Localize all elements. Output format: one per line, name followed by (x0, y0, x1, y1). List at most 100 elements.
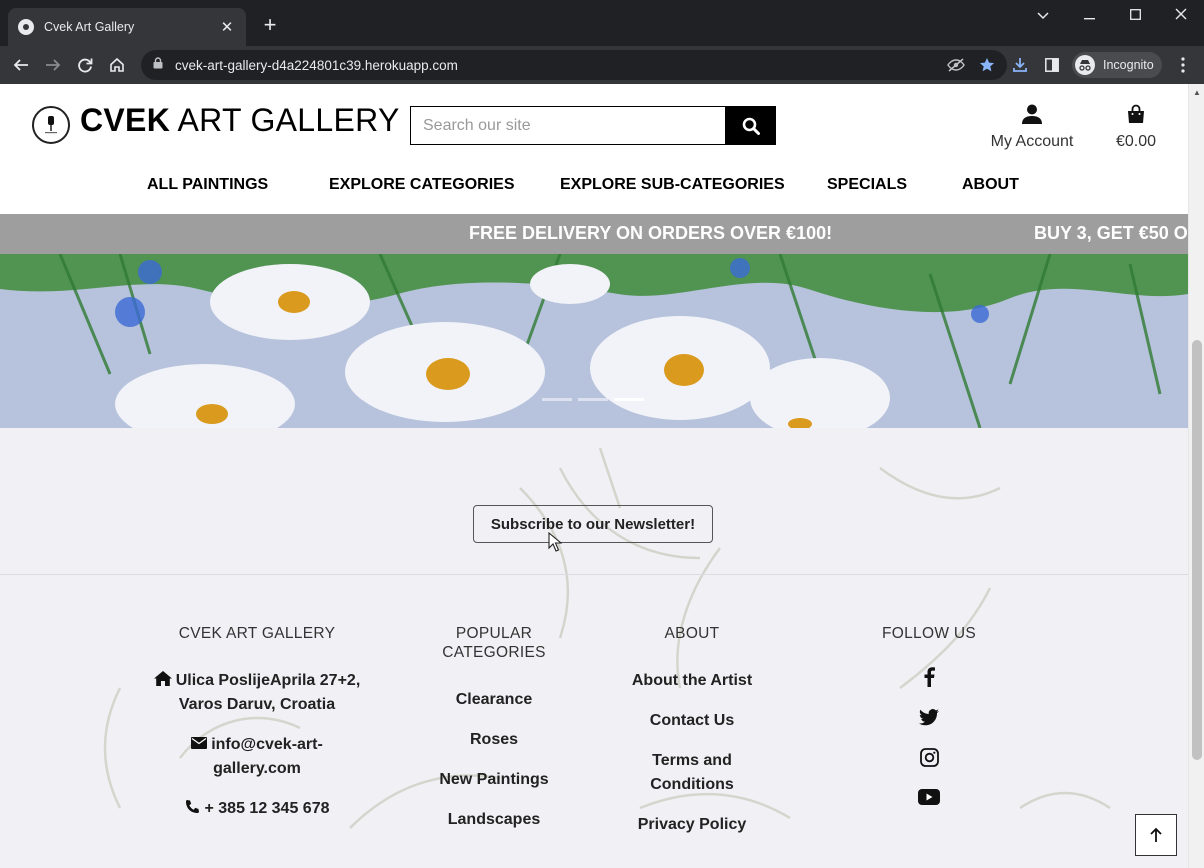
phone-number[interactable]: + 385 12 345 678 (204, 800, 329, 817)
search-button[interactable] (726, 106, 776, 145)
url-text[interactable]: cvek-art-gallery-d4a224801c39.herokuapp.… (175, 58, 933, 73)
terms-line2[interactable]: Conditions (612, 773, 772, 797)
mouse-pointer-icon (548, 531, 563, 557)
footer-email[interactable]: info@cvek-art- gallery.com (147, 733, 367, 781)
footer-about-heading: ABOUT (664, 625, 720, 642)
browser-menu-icon[interactable] (1170, 52, 1196, 78)
phone-icon (186, 800, 200, 813)
promo-message: BUY 3, GET €50 O (1034, 223, 1188, 243)
carousel-indicators (542, 398, 644, 401)
footer-link-new-paintings[interactable]: New Paintings (414, 768, 574, 792)
browser-tab-strip: Cvek Art Gallery ✕ + (0, 0, 1204, 46)
youtube-icon[interactable] (869, 777, 989, 817)
my-account-label: My Account (990, 133, 1074, 150)
eye-off-icon[interactable] (947, 58, 965, 72)
bookmark-star-icon[interactable] (979, 57, 995, 73)
main-navigation: ALL PAINTINGS EXPLORE CATEGORIES EXPLORE… (0, 176, 1188, 196)
incognito-label: Incognito (1103, 58, 1154, 72)
instagram-icon[interactable] (869, 737, 989, 777)
shopping-bag-icon (1128, 104, 1144, 123)
scrollbar-thumb[interactable] (1192, 340, 1202, 760)
nav-all-paintings[interactable]: ALL PAINTINGS (147, 176, 268, 194)
reload-icon[interactable] (72, 52, 98, 78)
footer-link-about-artist[interactable]: About the Artist (612, 669, 772, 693)
search-icon (742, 117, 760, 135)
tab-search-icon[interactable] (1031, 4, 1055, 26)
footer-categories-heading: POPULAR CATEGORIES (414, 624, 574, 662)
carousel-indicator[interactable] (542, 398, 572, 401)
footer-link-contact[interactable]: Contact Us (612, 709, 772, 733)
address-line1: Ulica PoslijeAprila 27+2, (175, 672, 361, 689)
page-viewport: CVEK ART GALLERY My Account €0.00 ALL PA… (0, 84, 1204, 868)
maximize-icon[interactable] (1123, 4, 1147, 26)
footer-follow-column: FOLLOW US (869, 624, 989, 817)
footer-phone[interactable]: + 385 12 345 678 (147, 797, 367, 821)
footer-about-column: ABOUT About the Artist Contact Us Terms … (612, 624, 772, 837)
minimize-icon[interactable] (1077, 4, 1101, 26)
promo-message: FREE DELIVERY ON ORDERS OVER €100! (469, 223, 833, 243)
my-account-link[interactable]: My Account (982, 104, 1082, 151)
carousel-indicator-active[interactable] (614, 398, 644, 401)
nav-explore-sub-categories[interactable]: EXPLORE SUB-CATEGORIES (560, 176, 785, 194)
footer-gallery-column: CVEK ART GALLERY Ulica PoslijeAprila 27+… (147, 624, 367, 821)
back-to-top-button[interactable] (1135, 814, 1177, 856)
page-scrollbar[interactable]: ▲ (1188, 84, 1204, 868)
back-icon[interactable] (8, 52, 34, 78)
side-panel-icon[interactable] (1039, 52, 1065, 78)
carousel-indicator[interactable] (578, 398, 608, 401)
new-tab-icon[interactable]: + (258, 12, 282, 38)
incognito-profile-button[interactable]: Incognito (1072, 52, 1162, 78)
scroll-up-arrow-icon[interactable]: ▲ (1189, 88, 1204, 97)
search-input[interactable] (411, 107, 725, 144)
download-icon[interactable] (1007, 52, 1033, 78)
hero-carousel[interactable] (0, 254, 1188, 428)
footer-gallery-heading: CVEK ART GALLERY (178, 625, 336, 642)
footer-link-landscapes[interactable]: Landscapes (414, 808, 574, 832)
close-tab-icon[interactable]: ✕ (218, 18, 236, 36)
cart-total: €0.00 (1115, 133, 1157, 150)
footer-link-privacy[interactable]: Privacy Policy (612, 813, 772, 837)
email-line2[interactable]: gallery.com (147, 757, 367, 781)
twitter-icon[interactable] (869, 697, 989, 737)
footer-follow-heading: FOLLOW US (882, 625, 976, 642)
footer-link-roses[interactable]: Roses (414, 728, 574, 752)
home-icon (153, 671, 172, 686)
daisy-painting-image (0, 254, 1188, 428)
social-links (869, 657, 989, 817)
lock-icon[interactable] (153, 56, 163, 74)
cart-link[interactable]: €0.00 (1106, 104, 1166, 151)
page-body: Subscribe to our Newsletter! CVEK ART GA… (0, 428, 1188, 868)
categories-heading-line2: CATEGORIES (442, 644, 546, 661)
close-window-icon[interactable] (1169, 4, 1193, 26)
tab-title: Cvek Art Gallery (44, 20, 135, 34)
browser-tab[interactable]: Cvek Art Gallery ✕ (8, 8, 246, 46)
address-line2: Varos Daruv, Croatia (178, 696, 336, 713)
address-bar[interactable]: cvek-art-gallery-d4a224801c39.herokuapp.… (141, 50, 1007, 80)
site-logo[interactable] (32, 106, 70, 144)
incognito-icon (1075, 55, 1095, 75)
site-brand[interactable]: CVEK ART GALLERY (80, 102, 400, 139)
subscribe-newsletter-button[interactable]: Subscribe to our Newsletter! (473, 505, 713, 543)
user-icon (1022, 104, 1042, 124)
arrow-up-icon (1150, 827, 1162, 842)
nav-explore-categories[interactable]: EXPLORE CATEGORIES (329, 176, 515, 194)
search-box (410, 106, 726, 145)
footer-link-terms[interactable]: Terms and Conditions (612, 749, 772, 797)
home-icon[interactable] (104, 52, 130, 78)
terms-line1[interactable]: Terms and (612, 749, 772, 773)
site-header: CVEK ART GALLERY My Account €0.00 ALL PA… (0, 84, 1188, 214)
facebook-icon[interactable] (869, 657, 989, 697)
email-line1[interactable]: info@cvek-art- (211, 736, 323, 753)
brand-bold: CVEK (80, 102, 171, 138)
site-favicon-icon (18, 19, 34, 35)
footer-address: Ulica PoslijeAprila 27+2, Varos Daruv, C… (147, 669, 367, 717)
nav-specials[interactable]: SPECIALS (827, 176, 907, 194)
browser-toolbar: cvek-art-gallery-d4a224801c39.herokuapp.… (0, 46, 1204, 84)
nav-about[interactable]: ABOUT (962, 176, 1019, 194)
footer-categories-column: POPULAR CATEGORIES Clearance Roses New P… (414, 624, 574, 832)
forward-icon[interactable] (40, 52, 66, 78)
promo-banner: FREE DELIVERY ON ORDERS OVER €100! BUY 3… (0, 214, 1188, 254)
footer-link-clearance[interactable]: Clearance (414, 688, 574, 712)
brand-rest: ART GALLERY (170, 102, 400, 138)
categories-heading-line1: POPULAR (455, 625, 533, 642)
